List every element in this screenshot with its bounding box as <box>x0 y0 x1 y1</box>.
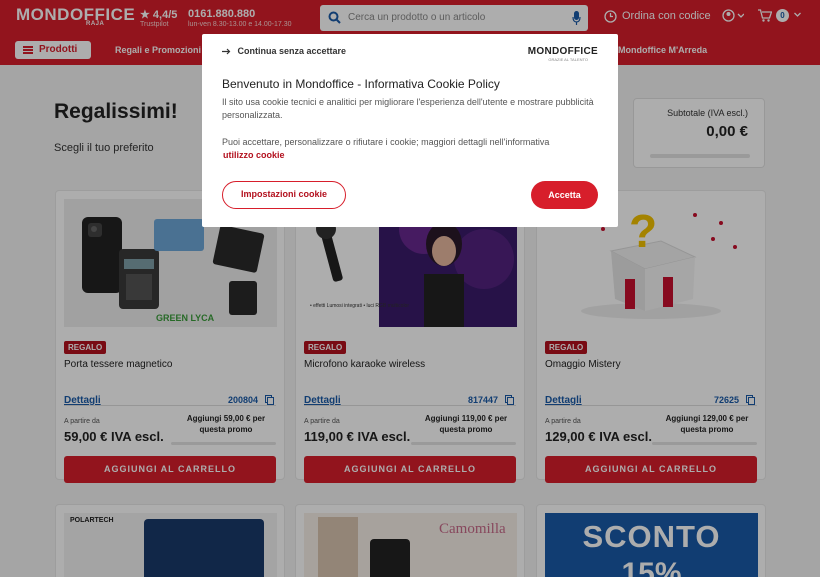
continue-without-accepting[interactable]: Continua senza accettare <box>222 46 346 56</box>
modal-title: Benvenuto in Mondoffice - Informativa Co… <box>222 77 500 91</box>
modal-text-more: Puoi accettare, personalizzare o rifiuta… <box>222 137 550 147</box>
cookie-modal: Continua senza accettare MONDOFFICE GRAZ… <box>202 34 618 227</box>
arrow-right-icon <box>222 48 231 55</box>
cookie-settings-button[interactable]: Impostazioni cookie <box>222 181 346 209</box>
modal-logo: MONDOFFICE <box>527 46 598 57</box>
continue-label: Continua senza accettare <box>237 46 347 56</box>
modal-text: Il sito usa cookie tecnici e analitici p… <box>222 97 594 120</box>
modal-logo-sub: GRAZIE AL TALENTO <box>548 57 588 62</box>
cookie-policy-link[interactable]: utilizzo cookie <box>223 150 285 160</box>
accept-button[interactable]: Accetta <box>531 181 598 209</box>
